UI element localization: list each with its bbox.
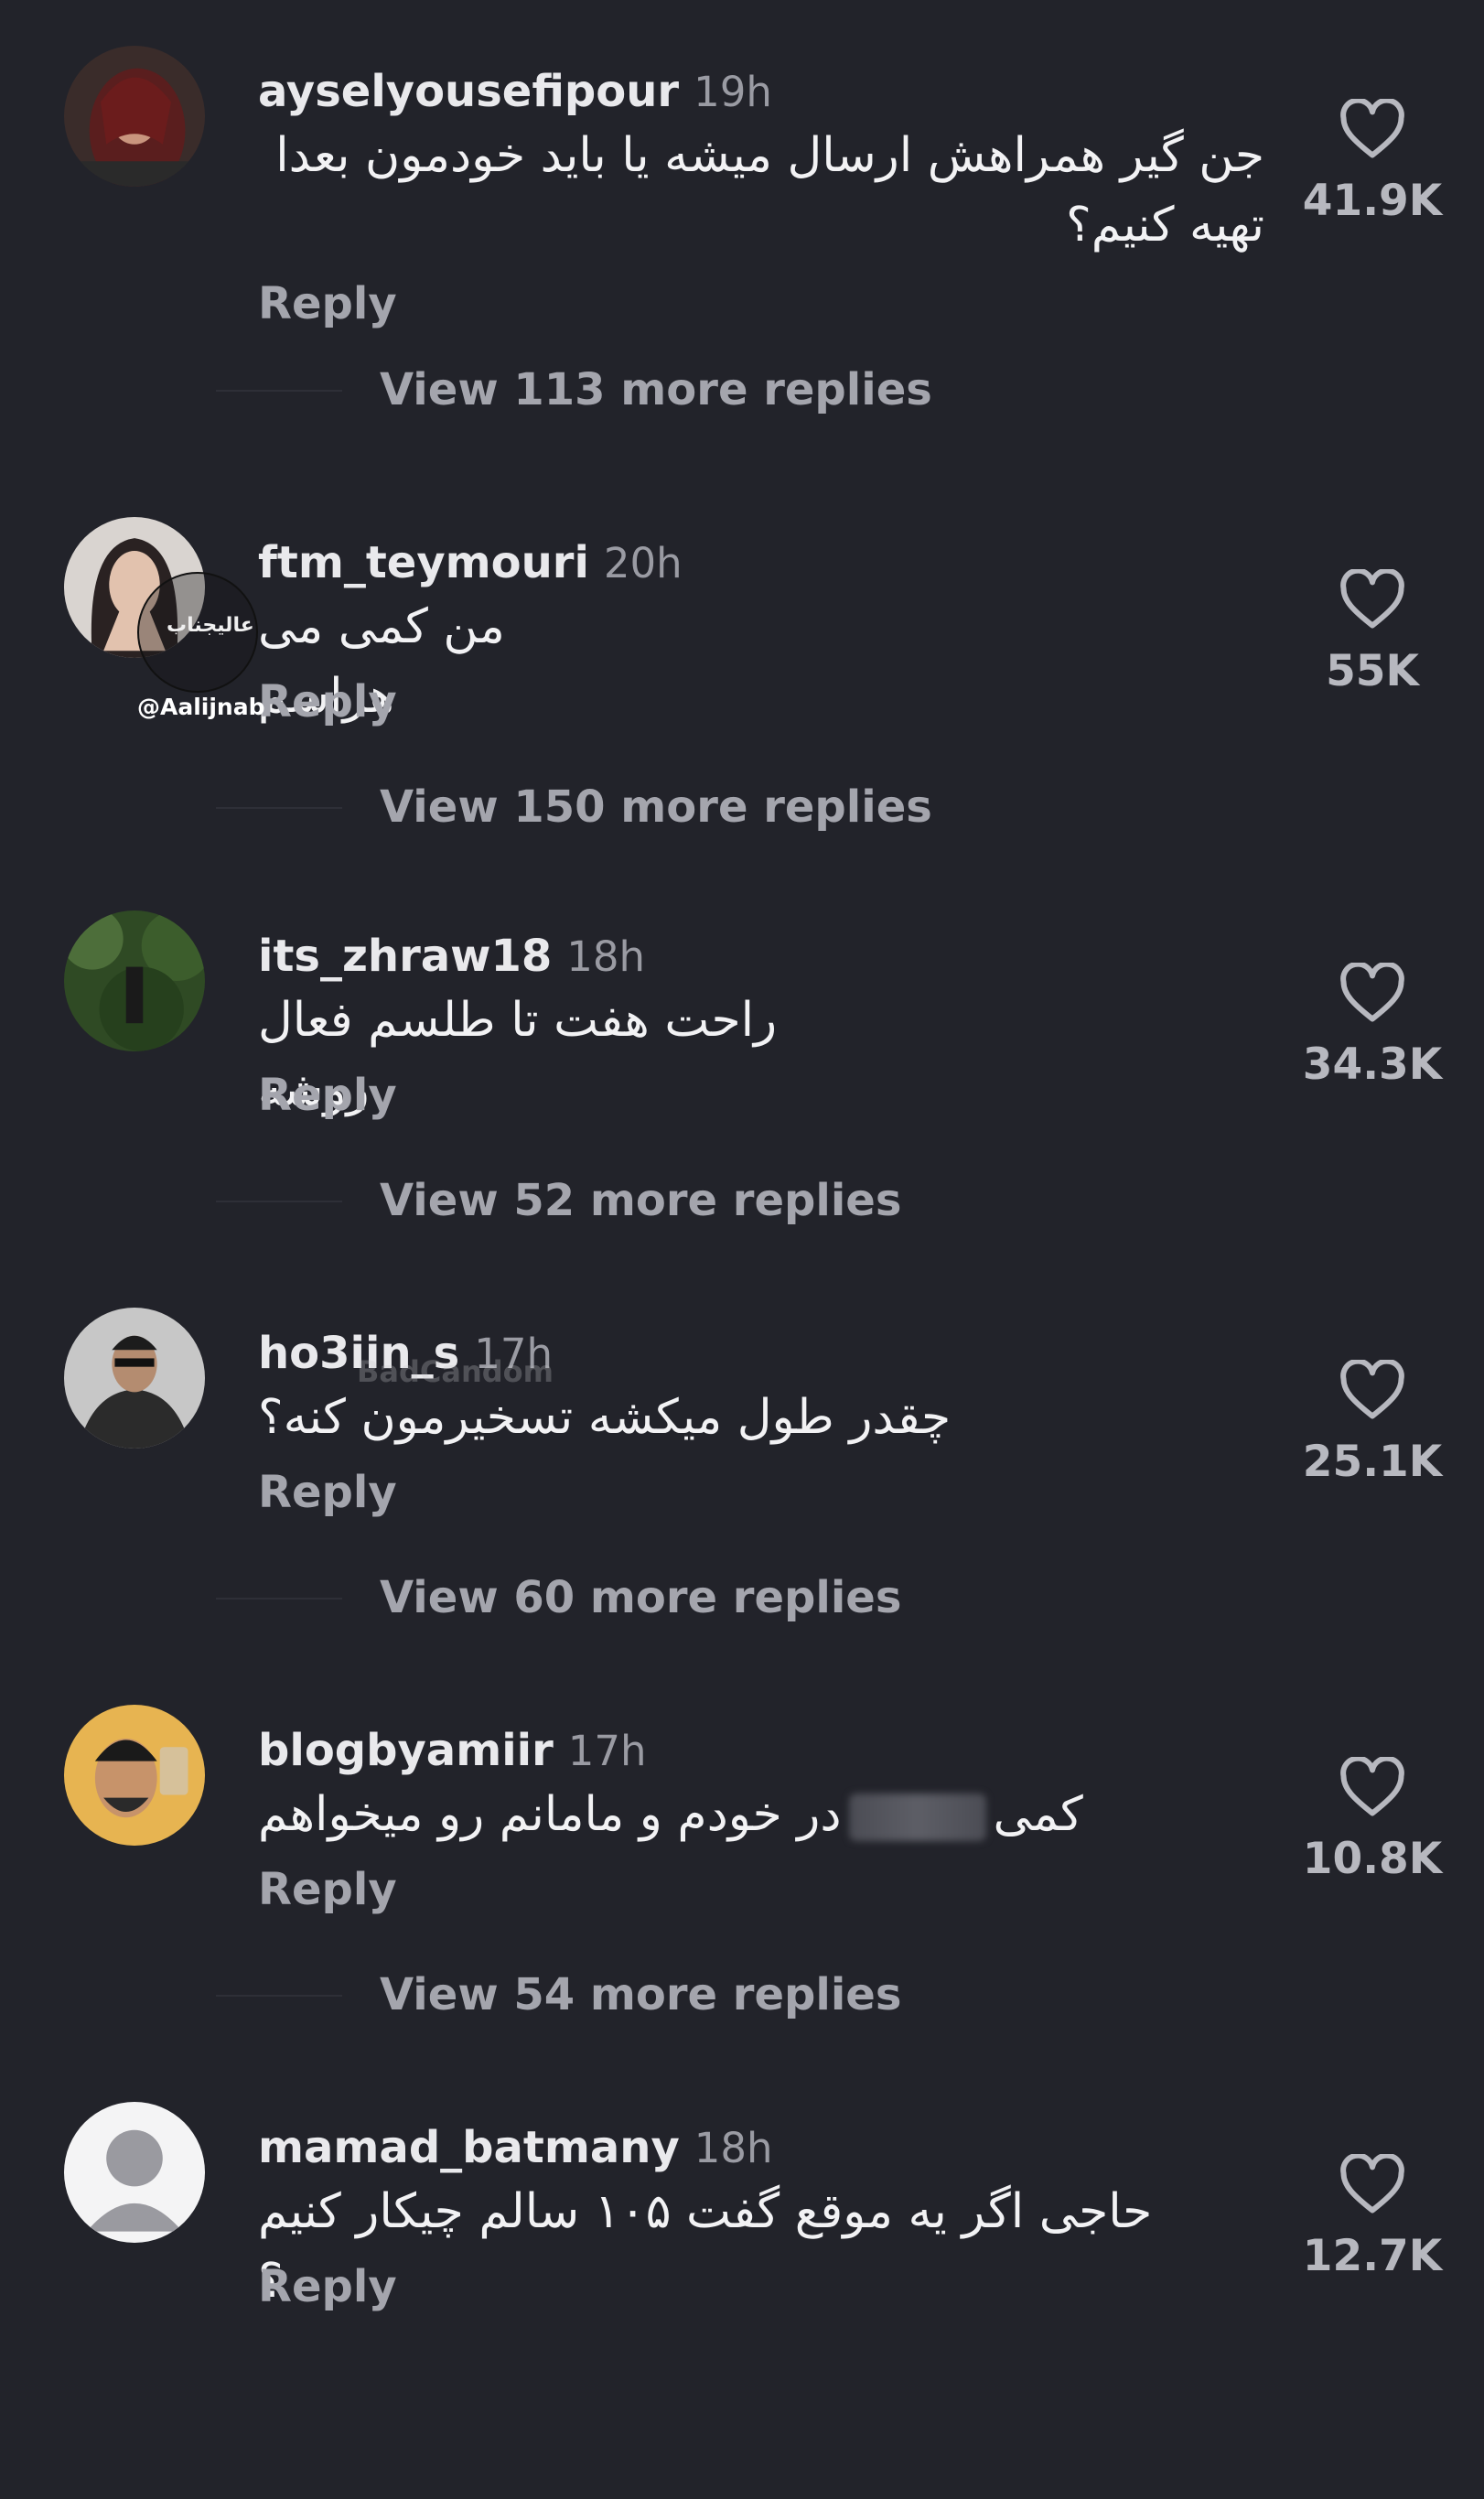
watermark-handle: @Aalijnab bbox=[137, 694, 265, 720]
divider bbox=[216, 1995, 342, 1997]
reply-button[interactable]: Reply bbox=[258, 1862, 397, 1917]
username[interactable]: its_zhraw18 bbox=[258, 931, 552, 982]
comment-item: mamad_batmany 18h حاجی اگر یه موقع گفت ۱۰… bbox=[0, 2102, 1484, 2499]
avatar[interactable] bbox=[64, 2102, 205, 2243]
profile-photo-icon bbox=[64, 1705, 205, 1846]
reply-button[interactable]: Reply bbox=[258, 674, 397, 729]
comment-text: جن گیر همراهش ارسال میشه یا باید خودمون … bbox=[275, 128, 1264, 253]
username[interactable]: ftm_teymouri bbox=[258, 537, 589, 588]
like-count: 34.3K bbox=[1302, 1039, 1443, 1090]
like-control[interactable]: 55K bbox=[1299, 569, 1446, 697]
timestamp: 17h bbox=[567, 1727, 647, 1775]
timestamp: 18h bbox=[566, 932, 646, 981]
watermark-badcandom: BadCandom bbox=[357, 1354, 554, 1389]
comment-item: ho3iin_s 17h چقدر طول میکشه تسخیرمون کنه؟… bbox=[0, 1308, 1484, 1705]
comment-item: ayselyousefipour 19h جن گیر همراهش ارسال … bbox=[0, 46, 1484, 443]
heart-icon[interactable] bbox=[1339, 569, 1405, 630]
username[interactable]: ayselyousefipour bbox=[258, 66, 679, 117]
avatar[interactable] bbox=[64, 46, 205, 187]
view-more-replies[interactable]: View 113 more replies bbox=[380, 362, 932, 417]
like-count: 41.9K bbox=[1302, 176, 1443, 226]
reply-button[interactable]: Reply bbox=[258, 2259, 397, 2314]
comment-text: کمی در خودم و مامانم رو میخواهم bbox=[258, 1780, 1173, 1849]
divider bbox=[216, 1201, 342, 1202]
watermark-logo: عالیجناب bbox=[137, 572, 258, 693]
timestamp: 18h bbox=[694, 2124, 773, 2172]
default-avatar-icon bbox=[64, 2102, 205, 2243]
comment-header: its_zhraw18 18h bbox=[258, 929, 645, 985]
comment-header: blogbyamiir 17h bbox=[258, 1723, 647, 1779]
view-more-replies[interactable]: View 150 more replies bbox=[380, 780, 932, 835]
avatar[interactable] bbox=[64, 910, 205, 1051]
comment-item: its_zhraw18 18h راحت هفت تا طلسم فعال روش… bbox=[0, 910, 1484, 1308]
timestamp: 19h bbox=[694, 68, 772, 116]
redacted-word bbox=[848, 1793, 986, 1841]
like-control[interactable]: 34.3K bbox=[1299, 963, 1446, 1091]
comment-header: ayselyousefipour 19h bbox=[258, 64, 772, 120]
reply-button[interactable]: Reply bbox=[258, 276, 397, 331]
heart-icon[interactable] bbox=[1339, 2154, 1405, 2214]
comment-item: blogbyamiir 17h کمی در خودم و مامانم رو می… bbox=[0, 1705, 1484, 2102]
profile-photo-icon bbox=[64, 1308, 205, 1449]
like-count: 25.1K bbox=[1302, 1437, 1443, 1487]
view-more-replies[interactable]: View 60 more replies bbox=[380, 1570, 901, 1625]
view-more-replies[interactable]: View 54 more replies bbox=[380, 1967, 901, 2022]
profile-photo-icon bbox=[64, 910, 205, 1051]
profile-photo-icon bbox=[64, 46, 205, 187]
avatar[interactable] bbox=[64, 1308, 205, 1449]
comment-header: ftm_teymouri 20h bbox=[258, 535, 683, 591]
reply-button[interactable]: Reply bbox=[258, 1068, 397, 1123]
like-control[interactable]: 41.9K bbox=[1299, 99, 1446, 227]
like-count: 55K bbox=[1326, 646, 1419, 696]
username[interactable]: mamad_batmany bbox=[258, 2122, 680, 2173]
divider bbox=[216, 807, 342, 809]
comment-text: چقدر طول میکشه تسخیرمون کنه؟ bbox=[258, 1390, 952, 1445]
heart-icon[interactable] bbox=[1339, 1757, 1405, 1817]
comment-header: mamad_batmany 18h bbox=[258, 2120, 773, 2176]
like-count: 12.7K bbox=[1302, 2231, 1443, 2281]
like-control[interactable]: 12.7K bbox=[1299, 2154, 1446, 2282]
like-count: 10.8K bbox=[1302, 1834, 1443, 1884]
comment-text-start: کمی bbox=[993, 1787, 1083, 1842]
heart-icon[interactable] bbox=[1339, 99, 1405, 159]
heart-icon[interactable] bbox=[1339, 963, 1405, 1023]
like-control[interactable]: 10.8K bbox=[1299, 1757, 1446, 1885]
like-control[interactable]: 25.1K bbox=[1299, 1360, 1446, 1488]
watermark-badge-text: عالیجناب bbox=[167, 614, 254, 637]
heart-icon[interactable] bbox=[1339, 1360, 1405, 1420]
avatar[interactable] bbox=[64, 1705, 205, 1846]
divider bbox=[216, 390, 342, 392]
divider bbox=[216, 1598, 342, 1600]
username[interactable]: blogbyamiir bbox=[258, 1725, 554, 1776]
view-more-replies[interactable]: View 52 more replies bbox=[380, 1173, 901, 1228]
comment-text-end: در خودم و مامانم رو میخواهم bbox=[258, 1787, 842, 1842]
reply-button[interactable]: Reply bbox=[258, 1465, 397, 1520]
timestamp: 20h bbox=[603, 539, 683, 587]
